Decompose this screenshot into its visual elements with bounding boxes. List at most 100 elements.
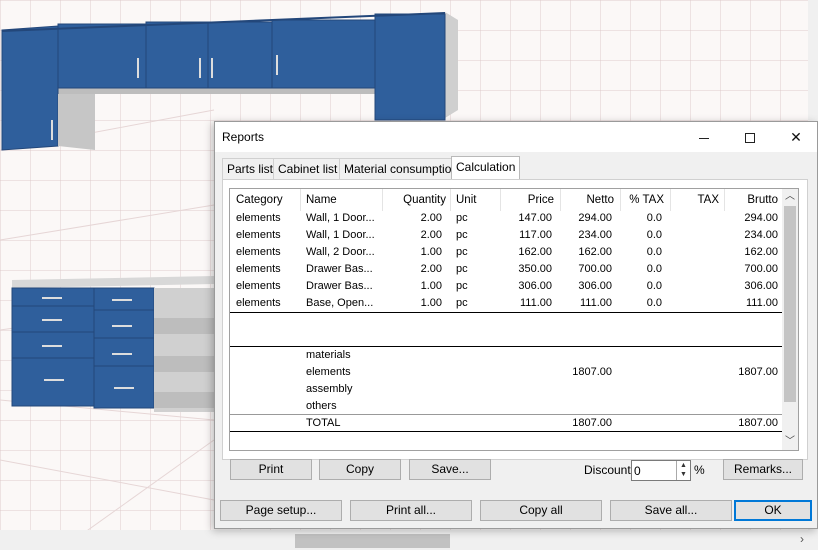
copy-button[interactable]: Copy	[319, 459, 401, 480]
cell-price: 117.00	[519, 229, 552, 241]
tab-material-consumption[interactable]: Material consumption	[339, 158, 464, 180]
scrollbar-thumb[interactable]	[295, 534, 450, 548]
spinner-down-icon[interactable]: ▼	[677, 470, 690, 479]
maximize-button[interactable]	[727, 122, 773, 152]
discount-unit: %	[694, 463, 705, 477]
scroll-down-icon[interactable]: ﹀	[782, 434, 798, 450]
base-cabinet-top	[12, 276, 214, 288]
cell-name: Base, Open...	[306, 297, 374, 309]
summary-label: others	[306, 400, 337, 412]
base-cabinet-drawers-right	[93, 287, 155, 409]
spinner-up-icon[interactable]: ▲	[677, 461, 690, 470]
minimize-button[interactable]	[681, 122, 727, 152]
copy-all-button[interactable]: Copy all	[480, 500, 602, 521]
cell-category: elements	[236, 263, 281, 275]
cell-tax-percent: 0.0	[646, 246, 662, 258]
tab-cabinet-list[interactable]: Cabinet list	[273, 158, 343, 180]
dialog-title: Reports	[222, 130, 265, 144]
total-brutto: 1807.00	[738, 417, 778, 429]
close-button[interactable]: ✕	[773, 122, 818, 152]
cell-quantity: 2.00	[420, 229, 442, 241]
discount-label: Discount	[584, 463, 631, 477]
tab-calculation[interactable]: Calculation	[451, 156, 521, 180]
column-header-name[interactable]: Name	[306, 192, 376, 209]
viewport-horizontal-scrollbar[interactable]: ›	[0, 530, 818, 550]
total-bottom-line	[230, 431, 784, 432]
cell-name: Wall, 1 Door...	[306, 212, 375, 224]
scrollbar-thumb[interactable]	[784, 206, 796, 402]
column-header-unit[interactable]: Unit	[456, 192, 496, 209]
rows-separator	[230, 312, 784, 313]
cell-netto: 111.00	[579, 297, 612, 309]
summary-label: materials	[306, 349, 351, 361]
summary-label: elements	[306, 366, 351, 378]
total-label: TOTAL	[306, 417, 341, 429]
cell-price: 111.00	[519, 297, 552, 309]
cell-category: elements	[236, 297, 281, 309]
cell-tax	[672, 210, 717, 227]
cell-quantity: 2.00	[420, 263, 442, 275]
cell-price: 350.00	[518, 263, 552, 275]
save-button[interactable]: Save...	[409, 459, 491, 480]
cell-name: Wall, 1 Door...	[306, 229, 375, 241]
tab-parts-list[interactable]: Parts list	[222, 158, 279, 180]
ok-button[interactable]: OK	[734, 500, 812, 521]
print-button[interactable]: Print	[230, 459, 312, 480]
discount-field[interactable]: ▲ ▼	[631, 460, 691, 481]
total-netto: 1807.00	[572, 417, 612, 429]
cell-unit: pc	[456, 229, 468, 241]
cell-brutto: 306.00	[744, 280, 778, 292]
cell-name: Drawer Bas...	[306, 280, 373, 292]
cell-tax	[672, 261, 717, 278]
scroll-right-icon[interactable]: ›	[800, 532, 804, 546]
cell-unit: pc	[456, 297, 468, 309]
summary-label: assembly	[306, 383, 353, 395]
cell-tax-percent: 0.0	[646, 263, 662, 275]
cell-brutto: 111.00	[745, 297, 778, 309]
cell-tax	[672, 227, 717, 244]
column-header-brutto[interactable]: Brutto	[726, 192, 778, 209]
cell-unit: pc	[456, 246, 468, 258]
table-vertical-scrollbar[interactable]: ︿ ﹀	[782, 189, 798, 450]
print-all-button[interactable]: Print all...	[350, 500, 472, 521]
calculation-table[interactable]: Category Name Quantity Unit Price Netto …	[229, 188, 799, 451]
cell-tax-percent: 0.0	[646, 229, 662, 241]
cell-tax	[672, 244, 717, 261]
cell-quantity: 1.00	[420, 246, 442, 258]
scroll-up-icon[interactable]: ︿	[782, 189, 798, 205]
cell-tax-percent: 0.0	[646, 297, 662, 309]
save-all-button[interactable]: Save all...	[610, 500, 732, 521]
maximize-icon	[745, 133, 755, 144]
cell-brutto: 162.00	[744, 246, 778, 258]
discount-spinner[interactable]: ▲ ▼	[676, 461, 690, 480]
column-header-tax[interactable]: TAX	[672, 192, 719, 209]
cell-unit: pc	[456, 280, 468, 292]
cell-unit: pc	[456, 263, 468, 275]
upper-cabinet-left	[1, 25, 59, 151]
cell-netto: 700.00	[578, 263, 612, 275]
cell-netto: 162.00	[578, 246, 612, 258]
cell-name: Drawer Bas...	[306, 263, 373, 275]
dialog-titlebar[interactable]: Reports ✕	[215, 122, 817, 152]
summary-brutto: 1807.00	[738, 366, 778, 378]
calculation-panel: Category Name Quantity Unit Price Netto …	[222, 179, 808, 460]
column-header-category[interactable]: Category	[236, 192, 296, 209]
column-header-netto[interactable]: Netto	[562, 192, 615, 209]
summary-netto: 1807.00	[572, 366, 612, 378]
column-header-price[interactable]: Price	[502, 192, 554, 209]
cell-price: 162.00	[518, 246, 552, 258]
minimize-icon	[699, 137, 709, 139]
remarks-button[interactable]: Remarks...	[723, 459, 803, 480]
cell-price: 306.00	[518, 280, 552, 292]
cell-unit: pc	[456, 212, 468, 224]
cell-category: elements	[236, 212, 281, 224]
page-setup-button[interactable]: Page setup...	[220, 500, 342, 521]
column-header-tax-percent[interactable]: % TAX	[622, 192, 664, 209]
cell-brutto: 234.00	[744, 229, 778, 241]
discount-input[interactable]	[634, 462, 674, 479]
cell-tax-percent: 0.0	[646, 212, 662, 224]
column-header-quantity[interactable]: Quantity	[384, 192, 446, 209]
reports-dialog: Reports ✕ Parts list Cabinet list Materi…	[214, 121, 818, 529]
cell-quantity: 1.00	[420, 280, 442, 292]
close-icon: ✕	[790, 129, 802, 145]
